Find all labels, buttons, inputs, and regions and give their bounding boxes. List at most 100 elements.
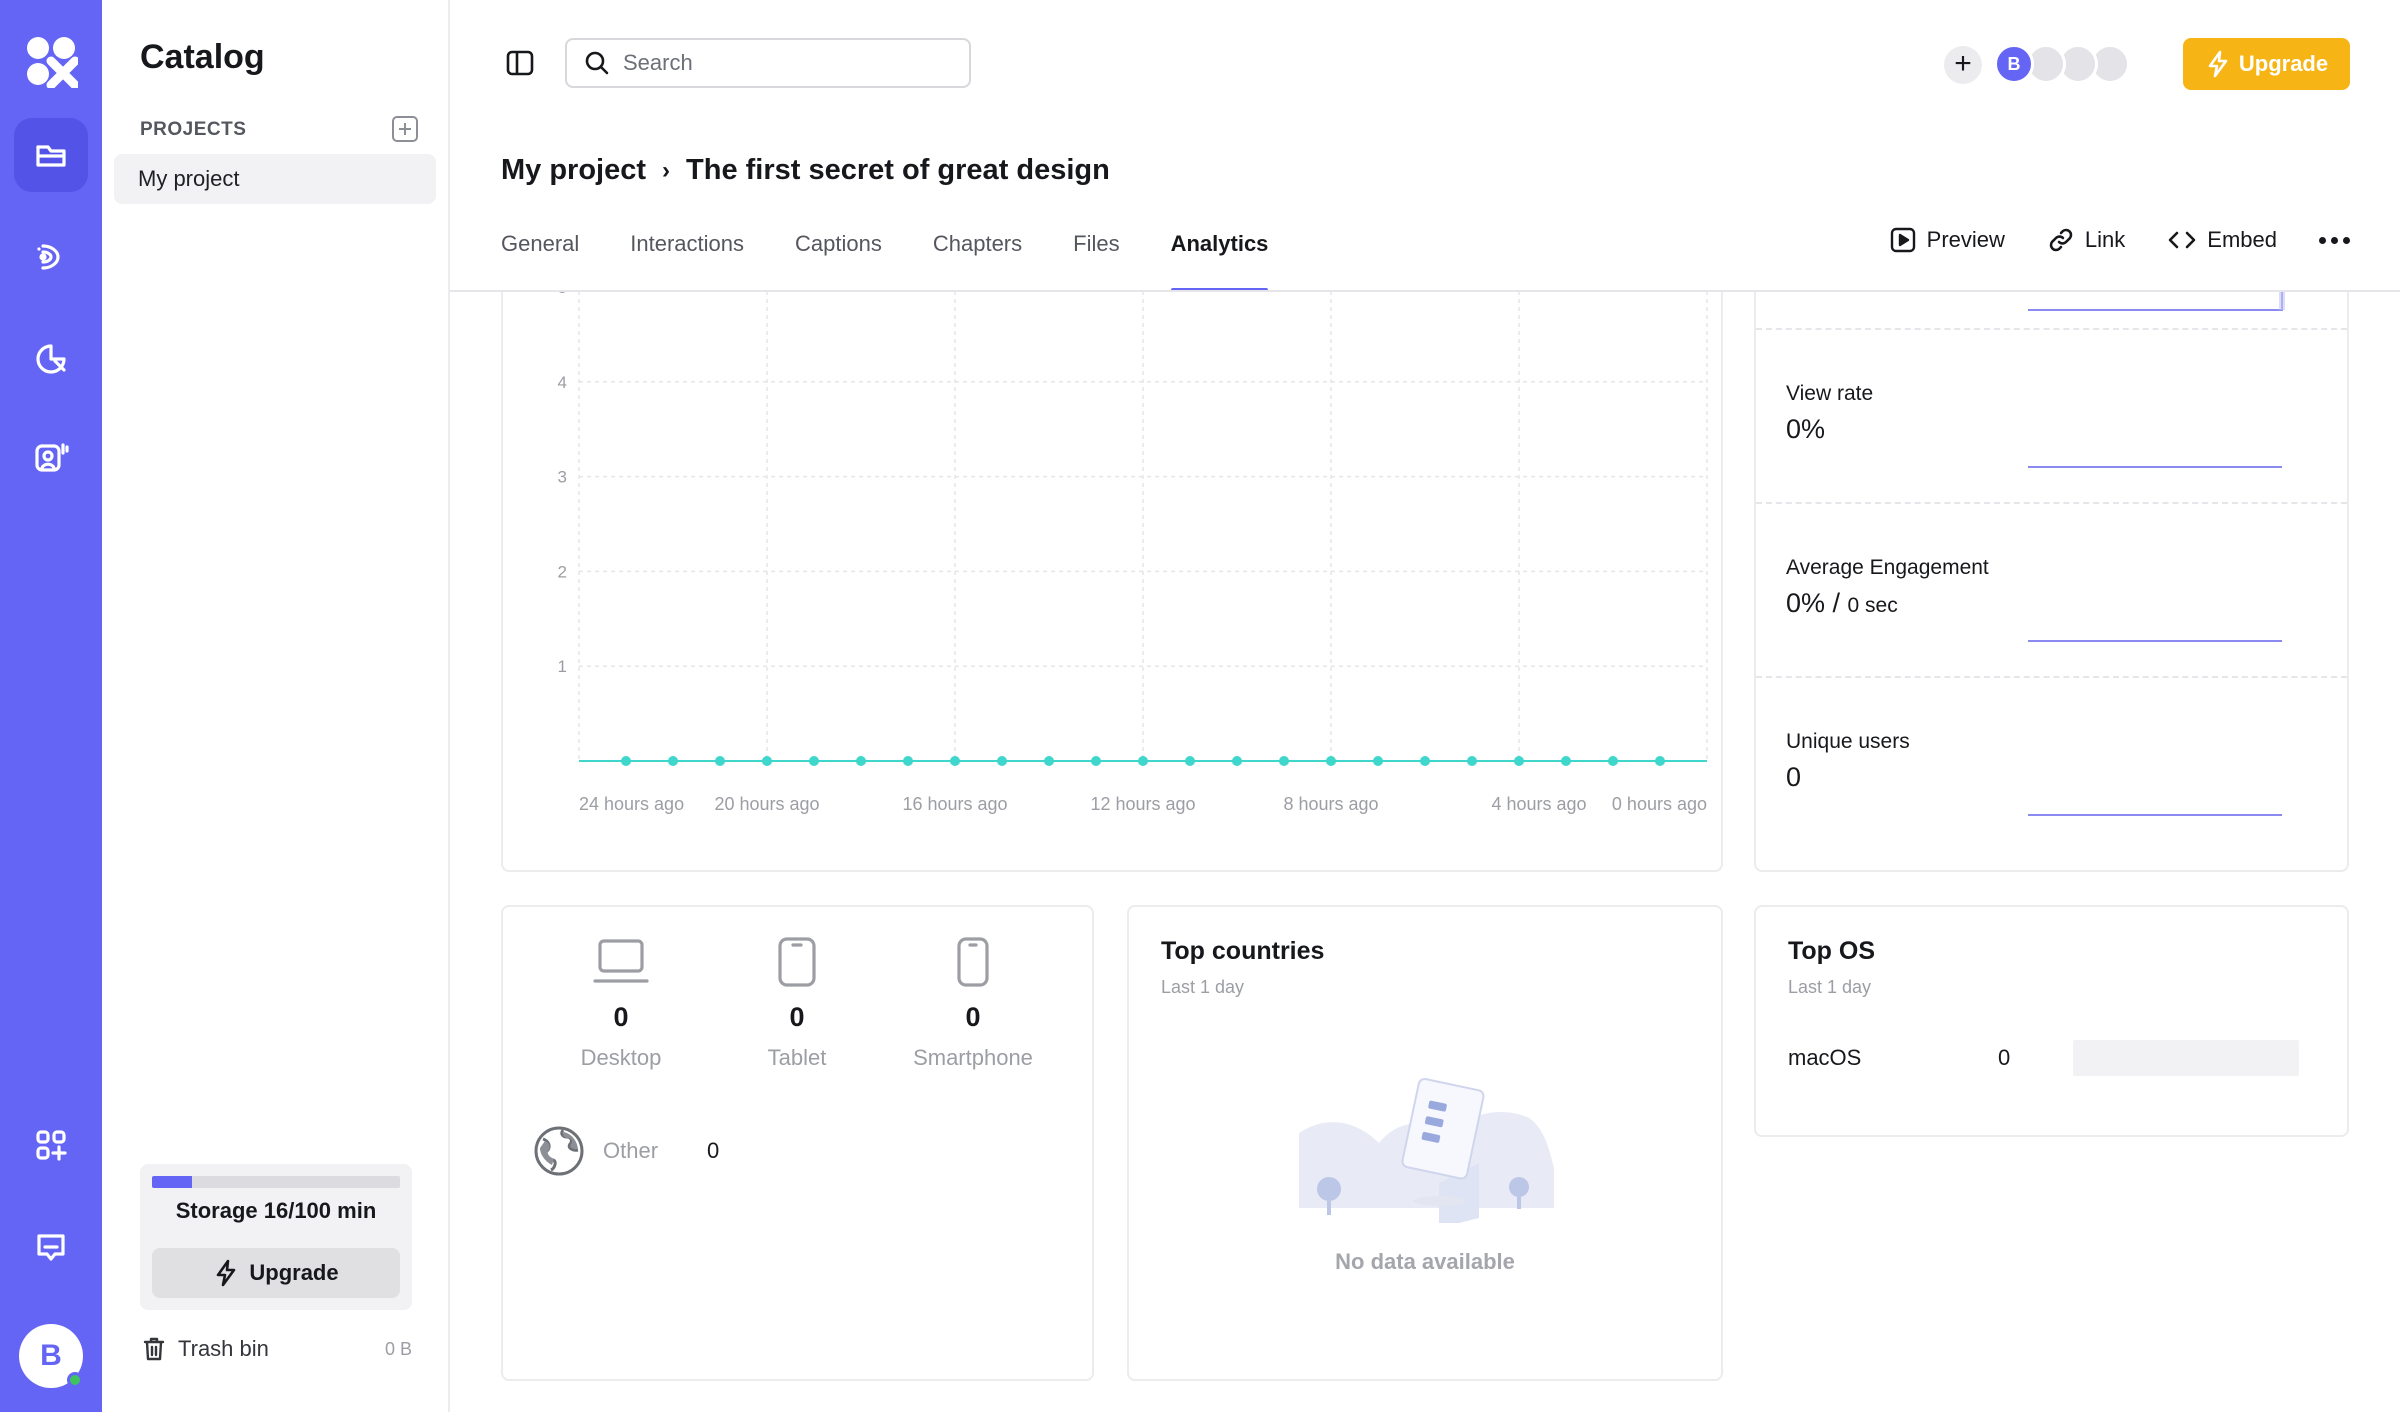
rail-voice-button[interactable] xyxy=(14,420,88,494)
sidebar-upgrade-label: Upgrade xyxy=(249,1260,339,1285)
collaborator-avatar-initial: B xyxy=(2007,53,2021,74)
embed-button[interactable]: Embed xyxy=(2167,226,2277,254)
add-member-button[interactable]: + xyxy=(1944,46,1982,84)
chart-y-tick-label: 1 xyxy=(558,657,567,676)
lightning-icon xyxy=(2208,50,2228,78)
os-row: macOS 0 xyxy=(1788,1040,2318,1076)
chart-data-point xyxy=(1420,756,1430,766)
empty-state-illustration xyxy=(1299,1077,1554,1223)
catalog-sidebar: Catalog PROJECTS My project Storage 16/1… xyxy=(102,0,450,1412)
chart-data-point xyxy=(997,756,1007,766)
metric-value: 0% / 0 sec xyxy=(1786,588,1898,619)
trash-icon xyxy=(143,1337,165,1361)
page-actions: Preview Link Embed xyxy=(1889,226,2350,254)
sidebar-upgrade-button[interactable]: Upgrade xyxy=(152,1248,400,1298)
link-button[interactable]: Link xyxy=(2047,226,2125,254)
metric-value: 0% xyxy=(1786,414,1826,444)
apps-grid-icon xyxy=(36,1130,67,1161)
top-os-title: Top OS xyxy=(1788,937,1876,965)
device-other-label: Other xyxy=(603,1138,659,1163)
chart-y-tick-label: 2 xyxy=(558,562,567,581)
sidebar-item-my-project[interactable]: My project xyxy=(114,154,436,204)
metric-label: Unique users xyxy=(1786,730,1910,753)
chart-data-point xyxy=(715,756,725,766)
search-box[interactable] xyxy=(565,38,971,88)
chart-data-point xyxy=(1279,756,1289,766)
tab-interactions[interactable]: Interactions xyxy=(630,216,744,290)
device-tablet: 0 Tablet xyxy=(727,937,867,1071)
rail-broadcast-button[interactable] xyxy=(14,220,88,294)
trash-bin-size: 0 B xyxy=(384,1338,412,1359)
device-label: Smartphone xyxy=(913,1045,1033,1070)
storage-card: Storage 16/100 min Upgrade xyxy=(140,1164,412,1310)
top-os-period: Last 1 day xyxy=(1788,977,1872,997)
empty-state-text: No data available xyxy=(1335,1249,1515,1274)
globe-icon xyxy=(534,1126,584,1176)
tab-chapters[interactable]: Chapters xyxy=(933,216,1022,290)
rail-chat-button[interactable] xyxy=(14,1210,88,1284)
metric-label: View rate xyxy=(1786,382,1874,405)
device-label: Desktop xyxy=(580,1045,662,1070)
broadcast-icon xyxy=(37,244,60,270)
views-line-chart: 5 4 3 2 1 24 hours ago 20 hours ago 16 hours ag… xyxy=(558,292,1708,814)
chart-data-point xyxy=(1091,756,1101,766)
lightning-icon xyxy=(217,1259,236,1287)
sidebar-toggle-icon[interactable] xyxy=(505,48,535,78)
os-name: macOS xyxy=(1788,1045,1862,1070)
rail-analytics-button[interactable] xyxy=(14,322,88,396)
chart-data-point xyxy=(1514,756,1524,766)
metric-sparkline-top xyxy=(2028,292,2285,311)
device-desktop: 0 Desktop xyxy=(551,937,691,1071)
metric-label: Average Engagement xyxy=(1786,556,1989,579)
trash-bin-link[interactable]: Trash bin 0 B xyxy=(140,1334,412,1364)
chart-y-tick-label: 3 xyxy=(558,468,567,487)
chart-data-point xyxy=(809,756,819,766)
metric-sparkline xyxy=(2028,814,2282,816)
breadcrumb-project[interactable]: My project xyxy=(501,154,646,187)
rail-apps-button[interactable] xyxy=(14,1108,88,1182)
chart-data-point xyxy=(1608,756,1618,766)
device-other-count: 0 xyxy=(707,1138,720,1163)
tab-analytics[interactable]: Analytics xyxy=(1170,216,1268,292)
tab-captions[interactable]: Captions xyxy=(795,216,882,290)
user-avatar[interactable]: B xyxy=(19,1324,83,1388)
voice-person-icon xyxy=(35,443,69,472)
preview-label: Preview xyxy=(1926,227,2005,252)
device-count: 0 xyxy=(789,1002,805,1032)
os-count: 0 xyxy=(1998,1045,2011,1070)
chart-data-point xyxy=(1326,756,1336,766)
breadcrumb: My project › The first secret of great d… xyxy=(501,154,1110,187)
chart-data-point xyxy=(950,756,960,766)
header-upgrade-label: Upgrade xyxy=(2238,51,2329,76)
metric-sparkline xyxy=(2028,640,2282,642)
chart-data-point xyxy=(1044,756,1054,766)
metric-view-rate: View rate 0% xyxy=(1756,328,2347,502)
chart-x-tick-label: 12 hours ago xyxy=(1090,794,1195,814)
chart-x-tick-label: 24 hours ago xyxy=(579,794,684,814)
more-options-icon[interactable] xyxy=(2319,236,2350,244)
page-tabs: General Interactions Captions Chapters F… xyxy=(501,216,1268,292)
trash-bin-label: Trash bin xyxy=(178,1336,269,1361)
storage-progress-fill xyxy=(152,1176,192,1188)
embed-label: Embed xyxy=(2207,227,2277,252)
app-logo-icon[interactable] xyxy=(24,34,78,88)
rail-catalog-button[interactable] xyxy=(14,118,88,192)
chart-data-point xyxy=(1185,756,1195,766)
header-upgrade-button[interactable]: Upgrade xyxy=(2183,38,2350,90)
chart-x-tick-label: 4 hours ago xyxy=(1491,794,1586,814)
chart-data-point xyxy=(1138,756,1148,766)
storage-progress-bar xyxy=(152,1176,400,1188)
device-label: Tablet xyxy=(767,1045,827,1070)
add-project-icon[interactable] xyxy=(392,116,418,142)
chart-y-tick-label: 4 xyxy=(558,373,567,392)
metric-unique-users: Unique users 0 xyxy=(1756,676,2347,850)
tab-general[interactable]: General xyxy=(501,216,579,290)
preview-button[interactable]: Preview xyxy=(1889,226,2005,254)
chart-x-tick-label: 0 hours ago xyxy=(1612,794,1707,814)
metrics-card: View rate 0% Average Engagement 0% / 0 s… xyxy=(1754,292,2349,872)
tab-files[interactable]: Files xyxy=(1073,216,1119,290)
link-icon xyxy=(2049,228,2073,252)
search-input[interactable] xyxy=(623,50,943,76)
analytics-content[interactable]: 5 4 3 2 1 24 hours ago 20 hours ago 16 hours ag… xyxy=(450,292,2400,1412)
os-share-bar xyxy=(2073,1040,2299,1076)
